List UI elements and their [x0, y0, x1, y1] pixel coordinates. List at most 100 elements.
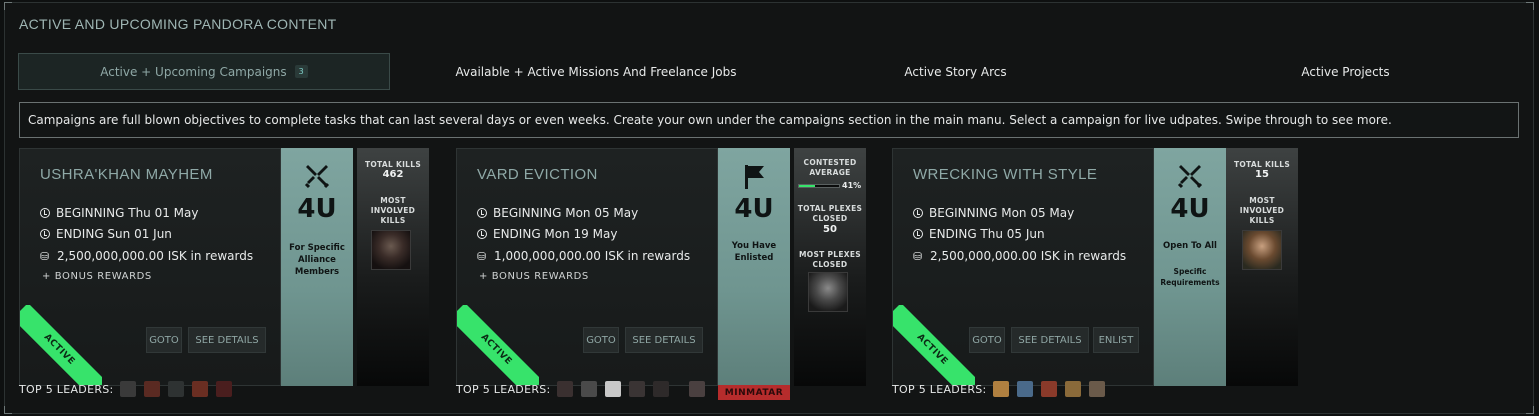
tab-missions[interactable]: Available + Active Missions And Freelanc… — [390, 53, 802, 90]
tab-missions-label: Available + Active Missions And Freelanc… — [455, 64, 737, 79]
clock-icon — [40, 229, 50, 239]
rewards-line: ⛁ 1,000,000,000.00 ISK in rewards — [477, 249, 690, 263]
leader-avatar[interactable] — [580, 381, 597, 397]
see-details-button[interactable]: SEE DETAILS — [188, 327, 266, 353]
campaign-card-wrecking-with-style[interactable]: WRECKING WITH STYLE BEGINNING Mon 05 May… — [892, 148, 1322, 386]
rewards-line: ⛁ 2,500,000,000.00 ISK in rewards — [913, 249, 1126, 263]
campaign-size: 4U — [1170, 194, 1210, 224]
total-kills-value: 15 — [1255, 169, 1269, 180]
leader-avatar[interactable] — [167, 381, 184, 397]
beginning-date: BEGINNING Mon 05 May — [493, 206, 639, 220]
tab-story-arcs[interactable]: Active Story Arcs — [848, 53, 1063, 90]
campaign-stats-column: CONTESTED AVERAGE 41% TOTAL PLEXES CLOSE… — [794, 148, 866, 386]
leader-avatar[interactable] — [652, 381, 669, 397]
goto-button[interactable]: GOTO — [146, 327, 182, 353]
leader-avatar[interactable] — [119, 381, 136, 397]
leader-avatar[interactable] — [1088, 381, 1105, 397]
total-plexes-label: TOTAL PLEXES CLOSED — [797, 204, 863, 223]
top-pilot-avatar[interactable] — [808, 272, 848, 312]
status-ribbon: ACTIVE — [20, 305, 102, 385]
leader-avatar[interactable] — [604, 381, 621, 397]
campaign-requirement-detail: Specific Requirements — [1160, 267, 1220, 287]
leader-avatar[interactable] — [688, 381, 705, 397]
campaign-stats-column: TOTAL KILLS 462 MOST INVOLVED KILLS — [357, 148, 429, 386]
leader-avatar[interactable] — [1064, 381, 1081, 397]
beginning-line: BEGINNING Mon 05 May — [477, 206, 638, 220]
status-ribbon-label: ACTIVE — [893, 305, 975, 385]
total-kills-value: 462 — [382, 169, 404, 180]
top-leaders-row: TOP 5 LEADERS: — [892, 381, 1113, 397]
campaign-card-main: WRECKING WITH STYLE BEGINNING Mon 05 May… — [892, 148, 1154, 386]
campaign-size-column: 4U For Specific Alliance Members — [281, 148, 353, 386]
enlist-button[interactable]: ENLIST — [1093, 327, 1139, 353]
ending-line: ENDING Thu 05 Jun — [913, 227, 1045, 241]
see-details-button[interactable]: SEE DETAILS — [625, 327, 703, 353]
isk-coins-icon: ⛁ — [913, 249, 923, 263]
campaign-card-main: VARD EVICTION BEGINNING Mon 05 May ENDIN… — [456, 148, 718, 386]
top-pilot-avatar[interactable] — [371, 230, 411, 270]
leader-avatar[interactable] — [556, 381, 573, 397]
flag-icon — [745, 165, 764, 189]
frame-corner-bl — [4, 406, 12, 414]
campaigns-description-text: Campaigns are full blown objectives to c… — [28, 113, 1392, 127]
status-ribbon: ACTIVE — [457, 305, 539, 385]
goto-button[interactable]: GOTO — [583, 327, 619, 353]
rewards-amount: 1,000,000,000.00 ISK in rewards — [494, 249, 691, 263]
tab-campaigns-label: Active + Upcoming Campaigns — [100, 64, 287, 79]
tab-projects-label: Active Projects — [1301, 64, 1390, 79]
campaign-requirement: You Have Enlisted — [731, 241, 777, 263]
top-leaders-row: TOP 5 LEADERS: — [456, 381, 713, 397]
leader-avatar[interactable] — [143, 381, 160, 397]
contested-progress-fill — [799, 185, 816, 187]
bonus-rewards: + BONUS REWARDS — [42, 271, 152, 282]
leader-avatar[interactable] — [191, 381, 208, 397]
tab-bar: Active + Upcoming Campaigns 3 Available … — [18, 53, 1523, 91]
tab-projects[interactable]: Active Projects — [1238, 53, 1453, 90]
leader-avatar[interactable] — [1040, 381, 1057, 397]
beginning-date: BEGINNING Thu 01 May — [56, 206, 199, 220]
campaigns-description: Campaigns are full blown objectives to c… — [19, 102, 1519, 138]
leader-avatar[interactable] — [628, 381, 645, 397]
isk-coins-icon: ⛁ — [40, 249, 50, 263]
beginning-line: BEGINNING Thu 01 May — [40, 206, 198, 220]
status-ribbon: ACTIVE — [893, 305, 975, 385]
clock-icon — [477, 229, 487, 239]
section-title: ACTIVE AND UPCOMING PANDORA CONTENT — [19, 16, 337, 32]
clock-icon — [477, 208, 487, 218]
rewards-amount: 2,500,000,000.00 ISK in rewards — [57, 249, 254, 263]
campaign-title: VARD EVICTION — [477, 166, 598, 183]
leader-avatar[interactable] — [992, 381, 1009, 397]
frame-corner-tr — [1526, 2, 1534, 10]
campaign-card-ushrakhan[interactable]: USHRA'KHAN MAYHEM BEGINNING Thu 01 May E… — [19, 148, 449, 386]
rewards-line: ⛁ 2,500,000,000.00 ISK in rewards — [40, 249, 253, 263]
leader-avatar[interactable] — [215, 381, 232, 397]
contested-percent: 41% — [842, 181, 862, 190]
campaign-size-column: 4U You Have Enlisted — [718, 148, 790, 386]
campaign-card-vard-eviction[interactable]: VARD EVICTION BEGINNING Mon 05 May ENDIN… — [456, 148, 886, 386]
contested-progress-bar — [798, 184, 840, 188]
crossed-swords-icon — [304, 165, 330, 189]
top-leaders-label: TOP 5 LEADERS: — [456, 382, 551, 396]
ending-date: ENDING Mon 19 May — [493, 227, 618, 241]
ending-date: ENDING Thu 05 Jun — [929, 227, 1045, 241]
frame-corner-tl — [4, 2, 12, 10]
tab-story-arcs-label: Active Story Arcs — [904, 64, 1007, 79]
most-plexes-label: MOST PLEXES CLOSED — [799, 250, 861, 269]
top-pilot-avatar[interactable] — [1242, 230, 1282, 270]
status-ribbon-label: ACTIVE — [20, 305, 102, 385]
ending-line: ENDING Mon 19 May — [477, 227, 617, 241]
rewards-amount: 2,500,000,000.00 ISK in rewards — [930, 249, 1127, 263]
faction-badge: MINMATAR — [718, 385, 790, 400]
campaign-requirement: For Specific Alliance Members — [289, 243, 345, 277]
bonus-rewards: + BONUS REWARDS — [479, 271, 589, 282]
see-details-button[interactable]: SEE DETAILS — [1011, 327, 1089, 353]
campaign-stats-column: TOTAL KILLS 15 MOST INVOLVED KILLS — [1226, 148, 1298, 386]
ending-date: ENDING Sun 01 Jun — [56, 227, 172, 241]
tab-campaigns[interactable]: Active + Upcoming Campaigns 3 — [18, 53, 390, 90]
campaign-size: 4U — [297, 194, 337, 224]
leader-avatar[interactable] — [1016, 381, 1033, 397]
campaign-size: 4U — [734, 194, 774, 224]
top-leaders-label: TOP 5 LEADERS: — [19, 382, 114, 396]
campaign-requirement: Open To All — [1163, 241, 1217, 251]
tab-campaigns-count-badge: 3 — [294, 65, 308, 78]
